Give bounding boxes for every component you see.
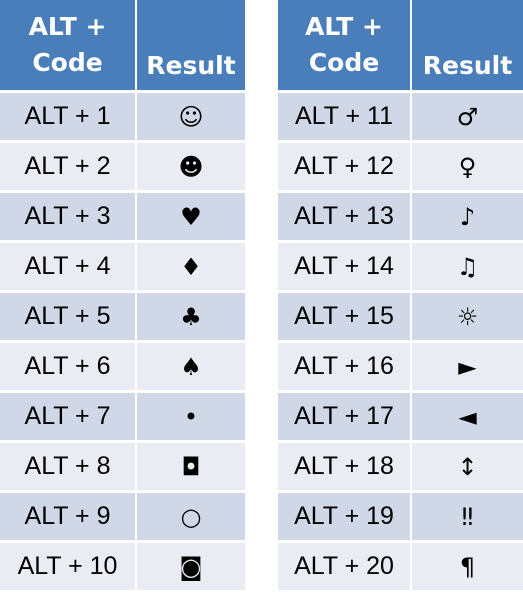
table-row: ALT + 11 ♂ bbox=[278, 93, 523, 140]
table-row: ALT + 9 ○ bbox=[0, 493, 245, 540]
result-symbol-cell: ☺ bbox=[137, 93, 245, 140]
alt-code-cell: ALT + 8 bbox=[0, 443, 135, 490]
alt-code-cell: ALT + 16 bbox=[278, 343, 410, 390]
alt-code-cell: ALT + 15 bbox=[278, 293, 410, 340]
table-row: ALT + 10 ◙ bbox=[0, 543, 245, 590]
table-row: ALT + 2 ☻ bbox=[0, 143, 245, 190]
table-row: ALT + 19 ‼ bbox=[278, 493, 523, 540]
alt-code-cell: ALT + 5 bbox=[0, 293, 135, 340]
alt-code-cell: ALT + 20 bbox=[278, 543, 410, 590]
alt-code-cell: ALT + 4 bbox=[0, 243, 135, 290]
table-row: ALT + 14 ♫ bbox=[278, 243, 523, 290]
alt-code-cell: ALT + 19 bbox=[278, 493, 410, 540]
result-symbol-cell: ↕ bbox=[412, 443, 523, 490]
table-row: ALT + 5 ♣ bbox=[0, 293, 245, 340]
header-row: ALT + Code Result bbox=[0, 0, 245, 90]
result-symbol-cell: ◘ bbox=[137, 443, 245, 490]
header-row: ALT + Code Result bbox=[278, 0, 523, 90]
alt-code-cell: ALT + 7 bbox=[0, 393, 135, 440]
result-symbol-cell: ♥ bbox=[137, 193, 245, 240]
header-result: Result bbox=[412, 0, 523, 90]
alt-code-table-right: ALT + Code Result ALT + 11 ♂ ALT + 12 ♀ … bbox=[276, 0, 523, 593]
result-symbol-cell: ◄ bbox=[412, 393, 523, 440]
alt-code-cell: ALT + 14 bbox=[278, 243, 410, 290]
alt-code-cell: ALT + 10 bbox=[0, 543, 135, 590]
alt-code-cell: ALT + 13 bbox=[278, 193, 410, 240]
alt-code-cell: ALT + 2 bbox=[0, 143, 135, 190]
result-symbol-cell: ¶ bbox=[412, 543, 523, 590]
result-symbol-cell: • bbox=[137, 393, 245, 440]
result-symbol-cell: ◙ bbox=[137, 543, 245, 590]
result-symbol-cell: ♂ bbox=[412, 93, 523, 140]
header-code: ALT + Code bbox=[0, 0, 135, 90]
table-row: ALT + 7 • bbox=[0, 393, 245, 440]
alt-code-cell: ALT + 11 bbox=[278, 93, 410, 140]
table-row: ALT + 15 ☼ bbox=[278, 293, 523, 340]
table-row: ALT + 4 ♦ bbox=[0, 243, 245, 290]
alt-code-cell: ALT + 1 bbox=[0, 93, 135, 140]
table-row: ALT + 3 ♥ bbox=[0, 193, 245, 240]
result-symbol-cell: ♣ bbox=[137, 293, 245, 340]
table-row: ALT + 8 ◘ bbox=[0, 443, 245, 490]
result-symbol-cell: ♀ bbox=[412, 143, 523, 190]
table-row: ALT + 1 ☺ bbox=[0, 93, 245, 140]
result-symbol-cell: ♦ bbox=[137, 243, 245, 290]
table-row: ALT + 18 ↕ bbox=[278, 443, 523, 490]
alt-code-cell: ALT + 6 bbox=[0, 343, 135, 390]
result-symbol-cell: ‼ bbox=[412, 493, 523, 540]
alt-code-cell: ALT + 17 bbox=[278, 393, 410, 440]
result-symbol-cell: ► bbox=[412, 343, 523, 390]
table-row: ALT + 12 ♀ bbox=[278, 143, 523, 190]
table-row: ALT + 6 ♠ bbox=[0, 343, 245, 390]
table-row: ALT + 13 ♪ bbox=[278, 193, 523, 240]
alt-code-cell: ALT + 9 bbox=[0, 493, 135, 540]
header-result: Result bbox=[137, 0, 245, 90]
table-row: ALT + 16 ► bbox=[278, 343, 523, 390]
result-symbol-cell: ♪ bbox=[412, 193, 523, 240]
result-symbol-cell: ☻ bbox=[137, 143, 245, 190]
alt-code-cell: ALT + 3 bbox=[0, 193, 135, 240]
table-row: ALT + 20 ¶ bbox=[278, 543, 523, 590]
header-code: ALT + Code bbox=[278, 0, 410, 90]
alt-code-cell: ALT + 18 bbox=[278, 443, 410, 490]
alt-code-table-left: ALT + Code Result ALT + 1 ☺ ALT + 2 ☻ AL… bbox=[0, 0, 247, 593]
result-symbol-cell: ♫ bbox=[412, 243, 523, 290]
result-symbol-cell: ○ bbox=[137, 493, 245, 540]
result-symbol-cell: ♠ bbox=[137, 343, 245, 390]
result-symbol-cell: ☼ bbox=[412, 293, 523, 340]
table-row: ALT + 17 ◄ bbox=[278, 393, 523, 440]
alt-code-cell: ALT + 12 bbox=[278, 143, 410, 190]
